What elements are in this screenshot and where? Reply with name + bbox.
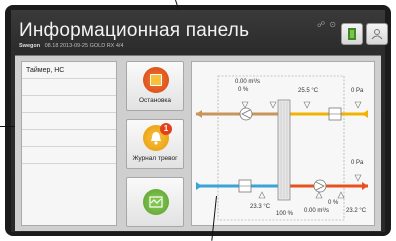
exhaust-percent-label: 0 % bbox=[238, 87, 249, 93]
exhaust-flow-label: 0.00 m³/s bbox=[235, 79, 260, 85]
list-item[interactable] bbox=[22, 147, 116, 164]
extract-temp-label: 25.5 °C bbox=[298, 88, 319, 94]
sensor-icon bbox=[337, 191, 345, 199]
sensor-icon bbox=[303, 101, 311, 109]
status-icons: ☍ ⊙ bbox=[317, 20, 338, 29]
supply-pressure-label: 0 Pa bbox=[351, 160, 364, 166]
alarm-count-badge: 1 bbox=[160, 123, 172, 135]
outdoor-temp-label: 23.3 °C bbox=[250, 204, 271, 210]
user-icon bbox=[371, 29, 383, 40]
main-content: Таймер, НС Остановка 1 Журнал тревог 0.0… bbox=[15, 55, 381, 231]
sensor-icon bbox=[241, 101, 249, 109]
touch-screen: Информационная панель Swegon 08.18 2013-… bbox=[11, 10, 388, 232]
brand-logo: Swegon bbox=[19, 43, 41, 49]
stop-button[interactable]: Остановка bbox=[126, 61, 184, 111]
alarm-log-label: Журнал тревог bbox=[132, 155, 178, 162]
arrow-left-icon bbox=[362, 110, 368, 118]
callout-line bbox=[0, 126, 15, 127]
recovery-percent-label: 100 % bbox=[276, 211, 294, 217]
page-title: Информационная панель bbox=[19, 20, 250, 41]
list-item[interactable] bbox=[22, 130, 116, 147]
info-line: Swegon 08.18 2013-09-25 GOLD RX 4/4 bbox=[19, 43, 124, 49]
arrow-right-icon bbox=[196, 182, 202, 190]
alarm-log-button[interactable]: 1 Журнал тревог bbox=[126, 119, 184, 169]
flow-diagram-icon bbox=[143, 189, 169, 215]
door-exit-icon bbox=[348, 28, 356, 40]
sensor-icon bbox=[269, 101, 277, 109]
list-item[interactable] bbox=[22, 96, 116, 113]
list-item[interactable]: Таймер, НС bbox=[22, 62, 116, 79]
supply-percent-label: 0 % bbox=[328, 200, 339, 206]
info-text: 08.18 2013-09-25 GOLD RX 4/4 bbox=[44, 43, 124, 49]
flow-diagram-button[interactable] bbox=[126, 177, 184, 227]
supply-flow-label: 0.00 m³/s bbox=[304, 208, 329, 214]
sensor-icon bbox=[315, 191, 323, 199]
air-handling-diagram: 0.00 m³/s 0 % 25.5 °C 0 Pa 0 Pa 23.3 °C … bbox=[191, 61, 375, 226]
sensor-icon bbox=[354, 101, 362, 109]
sensor-icon bbox=[354, 174, 362, 182]
extract-pressure-label: 0 Pa bbox=[351, 88, 364, 94]
list-item[interactable] bbox=[22, 113, 116, 130]
exit-button[interactable] bbox=[341, 23, 363, 45]
stop-icon bbox=[143, 67, 169, 93]
supply-temp-label: 23.2 °C bbox=[346, 208, 367, 214]
arrow-right-icon bbox=[362, 182, 368, 190]
user-button[interactable] bbox=[366, 23, 388, 45]
event-list: Таймер, НС bbox=[21, 61, 117, 226]
device-frame: Информационная панель Swegon 08.18 2013-… bbox=[0, 0, 396, 241]
list-item[interactable] bbox=[22, 79, 116, 96]
stop-label: Остановка bbox=[138, 97, 172, 104]
arrow-left-icon bbox=[196, 110, 202, 118]
sensor-icon bbox=[258, 191, 266, 199]
